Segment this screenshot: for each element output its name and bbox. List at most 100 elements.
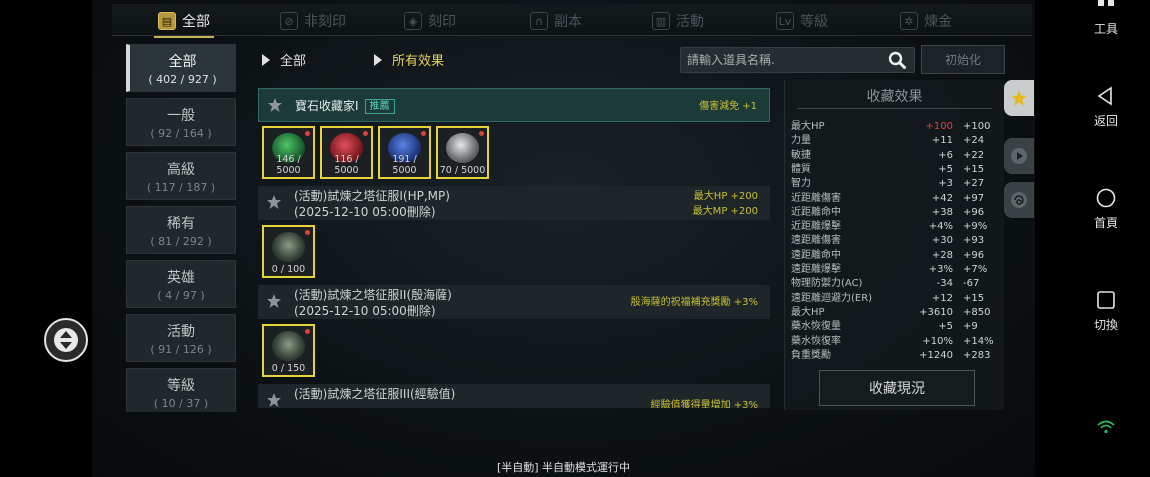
collection-item-slot[interactable]: 70 / 5000	[436, 126, 489, 179]
nav-home[interactable]: 首頁	[1080, 188, 1132, 231]
category-name: 一般	[167, 107, 195, 124]
collection-item-slot[interactable]: 146 / 5000	[262, 126, 315, 179]
collection-status-button[interactable]: 收藏現況	[819, 370, 975, 406]
category-count: ( 117 / 187 )	[146, 180, 216, 194]
stat-row: 體質 +5 +15	[791, 163, 1001, 177]
gift-icon: ▥	[652, 12, 670, 30]
stat-delta: +1240	[919, 349, 953, 361]
tab-engraved[interactable]: ◈ 刻印	[404, 8, 456, 34]
tab-dungeon[interactable]: ∩ 副本	[530, 8, 582, 34]
item-count: 191 / 5000	[392, 154, 417, 176]
tab-level[interactable]: Lv 等級	[776, 8, 828, 34]
reset-button[interactable]: 初始化	[921, 45, 1005, 74]
tab-alchemy[interactable]: ✲ 煉金	[900, 8, 952, 34]
stat-name: 藥水恢復率	[791, 335, 841, 347]
stat-list[interactable]: 最大HP +100 +100 力量 +11 +24 敏捷 +6 +22 體質 +5 +15 智力 +3 +2…	[791, 120, 1001, 365]
nav-label: 切換	[1093, 318, 1118, 332]
armor-item-icon	[272, 331, 305, 361]
entry-title: (活動)試煉之塔征服I(HP,MP) (2025-12-10 05:00刪除)	[294, 188, 450, 220]
nav-tools[interactable]: 工具	[1080, 0, 1132, 37]
entry-title: (活動)試煉之塔征服II(殷海薩) (2025-12-10 05:00刪除)	[294, 287, 452, 319]
collection-item-slot[interactable]: 191 / 5000	[378, 126, 431, 179]
stat-name: 近距離命中	[791, 206, 841, 218]
category-all[interactable]: 全部 ( 402 / 927 )	[126, 44, 236, 92]
collection-item-slot[interactable]: 0 / 150	[262, 324, 315, 377]
collection-item-slot[interactable]: 116 / 5000	[320, 126, 373, 179]
collection-entry-header[interactable]: (活動)試煉之塔征服II(殷海薩) (2025-12-10 05:00刪除) 殷…	[258, 285, 770, 319]
shield-slash-icon: ⊘	[280, 12, 298, 30]
assistive-touch-button[interactable]	[44, 318, 88, 362]
stat-total: +283	[963, 349, 991, 361]
effects-title: 收藏效果	[866, 89, 923, 105]
recommended-badge: 推薦	[364, 99, 395, 114]
category-count: ( 91 / 126 )	[150, 342, 212, 356]
stat-delta: +3	[938, 178, 953, 190]
stat-total: +9	[963, 321, 978, 333]
switch-icon	[1097, 291, 1115, 309]
stat-name: 智力	[791, 178, 811, 190]
stat-total: +14%	[963, 335, 994, 347]
favorites-side-button[interactable]	[1004, 80, 1034, 116]
stat-total: +24	[963, 135, 985, 147]
entry-title-text: (活動)試煉之塔征服I(HP,MP)	[294, 189, 450, 203]
category-normal[interactable]: 一般 ( 92 / 164 )	[126, 98, 236, 146]
collection-entry-header[interactable]: (活動)試煉之塔征服I(HP,MP) (2025-12-10 05:00刪除) …	[258, 186, 770, 220]
favorite-star-icon[interactable]	[267, 97, 283, 113]
category-sidebar: 全部 ( 402 / 927 ) 一般 ( 92 / 164 ) 高級 ( 11…	[122, 44, 240, 412]
tab-label: 副本	[554, 14, 582, 30]
level-icon: Lv	[776, 12, 794, 30]
stat-row: 藥水恢復率 +10% +14%	[791, 335, 1001, 349]
tab-non-engraved[interactable]: ⊘ 非刻印	[280, 8, 346, 34]
play-side-button[interactable]	[1004, 138, 1034, 174]
category-level[interactable]: 等級 ( 10 / 37 )	[126, 368, 236, 412]
favorite-star-icon[interactable]	[266, 392, 282, 408]
play-arrow-icon	[374, 53, 382, 66]
home-icon	[1096, 188, 1116, 208]
category-filter-dropdown[interactable]: 全部	[262, 50, 306, 69]
stat-delta: +38	[931, 206, 953, 218]
swirl-side-button[interactable]	[1004, 182, 1034, 218]
search-icon[interactable]	[888, 51, 906, 69]
favorite-star-icon[interactable]	[266, 293, 282, 309]
entry-title-text: (活動)試煉之塔征服III(經驗值)	[294, 387, 456, 401]
nav-switch[interactable]: 切換	[1080, 290, 1132, 333]
item-count: 0 / 100	[271, 264, 306, 275]
collection-list: 寶石收藏家I 推薦 傷害減免 +1 146 / 5000 116 / 5000 1…	[258, 86, 770, 408]
stat-name: 遠距離爆擊	[791, 264, 841, 275]
stat-name: 體質	[791, 163, 811, 175]
item-search-input[interactable]	[687, 51, 883, 69]
category-advanced[interactable]: 高級 ( 117 / 187 )	[126, 152, 236, 200]
stat-delta: +5	[938, 321, 953, 333]
collection-item-slot[interactable]: 0 / 100	[262, 225, 315, 278]
tab-event[interactable]: ▥ 活動	[652, 8, 704, 34]
item-count: 146 / 5000	[276, 154, 301, 176]
stat-name: 近距離傷害	[791, 192, 841, 204]
tab-all[interactable]: ▤ 全部	[154, 8, 214, 38]
stat-name: 負重獎勵	[791, 349, 831, 361]
stat-row: 智力 +3 +27	[791, 177, 1001, 191]
tab-label: 煉金	[924, 14, 952, 30]
new-indicator-dot	[305, 230, 310, 235]
collection-entry-header[interactable]: (活動)試煉之塔征服III(經驗值) 經驗值獲得量增加 +3%	[258, 384, 770, 408]
stat-row: 負重獎勵 +1240 +283	[791, 349, 1001, 363]
effect-filter-dropdown[interactable]: 所有效果	[374, 50, 444, 69]
stat-name: 最大HP	[791, 121, 825, 132]
category-count: ( 81 / 292 )	[150, 234, 212, 248]
collection-entry-header[interactable]: 寶石收藏家I 推薦 傷害減免 +1	[258, 88, 770, 122]
nav-back[interactable]: 返回	[1080, 86, 1132, 129]
favorite-star-icon[interactable]	[266, 194, 282, 210]
entry-title: (活動)試煉之塔征服III(經驗值)	[294, 386, 455, 402]
stat-total: +7%	[963, 264, 988, 275]
collection-tab-bar: ▤ 全部 ⊘ 非刻印 ◈ 刻印 ∩ 副本 ▥ 活動 Lv 等級 ✲ 煉金	[112, 4, 1032, 38]
category-hero[interactable]: 英雄 ( 4 / 97 )	[126, 260, 236, 308]
entry-bonus: 經驗值獲得量增加 +3%	[651, 398, 758, 408]
category-rare[interactable]: 稀有 ( 81 / 292 )	[126, 206, 236, 254]
stat-delta: +6	[938, 149, 953, 161]
stat-total: +27	[963, 178, 985, 190]
stat-total: +9%	[963, 221, 988, 233]
stat-total: +22	[963, 149, 985, 161]
category-count: ( 4 / 97 )	[157, 288, 205, 302]
entry-subtitle: (2025-12-10 05:00刪除)	[294, 304, 436, 318]
category-event[interactable]: 活動 ( 91 / 126 )	[126, 314, 236, 362]
item-search-box	[680, 47, 915, 73]
